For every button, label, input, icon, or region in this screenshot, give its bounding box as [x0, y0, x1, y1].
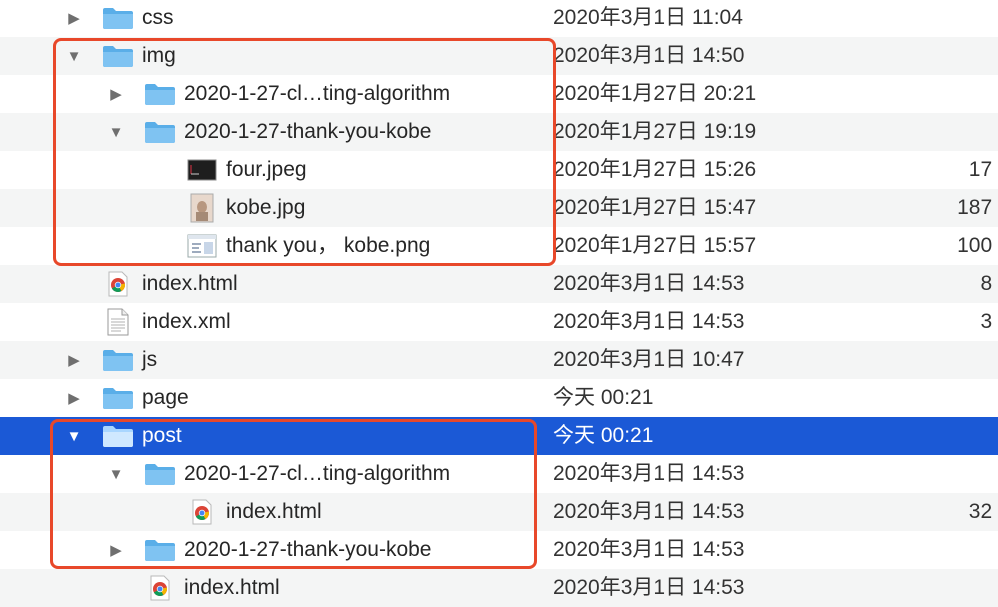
disclosure-expanded-icon[interactable]: ▼: [104, 455, 128, 493]
disclosure-collapsed-icon[interactable]: ▶: [104, 531, 128, 569]
item-date-modified: 2020年3月1日 14:53: [553, 310, 745, 333]
item-size: 3 K: [980, 310, 998, 333]
item-date-modified: 2020年3月1日 14:53: [553, 462, 745, 485]
disclosure-expanded-icon[interactable]: ▼: [62, 417, 86, 455]
png-thumbnail-icon: [185, 227, 219, 265]
folder-icon: [101, 341, 135, 379]
item-size: 17 K: [968, 158, 998, 181]
folder-icon: [143, 531, 177, 569]
item-date-modified: 2020年3月1日 14:50: [553, 44, 745, 67]
folder-row[interactable]: ▶ page 今天 00:21: [0, 379, 998, 417]
item-name: four.jpeg: [226, 158, 307, 181]
folder-row[interactable]: ▼ post 今天 00:21: [0, 417, 998, 455]
item-date-modified: 今天 00:21: [553, 386, 654, 409]
item-date-modified: 2020年1月27日 19:19: [553, 120, 757, 143]
item-date-modified: 2020年3月1日 14:53: [553, 538, 745, 561]
item-name: index.html: [142, 272, 238, 295]
item-size: 8 K: [980, 272, 998, 295]
item-date-modified: 2020年3月1日 14:53: [553, 576, 745, 599]
item-date-modified: 2020年1月27日 20:21: [553, 82, 757, 105]
file-row[interactable]: index.html 2020年3月1日 14:53 32 K: [0, 493, 998, 531]
item-date-modified: 2020年1月27日 15:47: [553, 196, 757, 219]
disclosure-collapsed-icon[interactable]: ▶: [62, 379, 86, 417]
folder-icon: [101, 417, 135, 455]
item-name: post: [142, 424, 182, 447]
folder-icon: [101, 379, 135, 417]
file-row[interactable]: kobe.jpg 2020年1月27日 15:47 187 K: [0, 189, 998, 227]
item-date-modified: 2020年3月1日 11:04: [553, 6, 743, 29]
item-name: 2020-1-27-cl…ting-algorithm: [184, 462, 451, 485]
folder-icon: [143, 455, 177, 493]
chrome-html-icon: [101, 265, 135, 303]
folder-icon: [143, 113, 177, 151]
item-name: index.html: [226, 500, 322, 523]
folder-row[interactable]: ▶ js 2020年3月1日 10:47: [0, 341, 998, 379]
chrome-html-icon: [185, 493, 219, 531]
item-date-modified: 2020年3月1日 14:53: [553, 272, 745, 295]
item-size: 100 K: [957, 234, 998, 257]
folder-icon: [143, 75, 177, 113]
folder-row[interactable]: ▼ 2020-1-27-cl…ting-algorithm 2020年3月1日 14…: [0, 455, 998, 493]
item-name: kobe.jpg: [226, 196, 306, 219]
file-row[interactable]: index.html 2020年3月1日 14:53 8 K: [0, 265, 998, 303]
item-name: thank you， kobe.png: [226, 234, 431, 257]
disclosure-collapsed-icon[interactable]: ▶: [104, 75, 128, 113]
item-size: 187 K: [957, 196, 998, 219]
item-name: page: [142, 386, 189, 409]
photo-thumbnail-icon: [185, 189, 219, 227]
item-name: index.html: [184, 576, 280, 599]
item-size: 32 K: [968, 500, 998, 523]
item-name: js: [142, 348, 158, 371]
item-date-modified: 2020年1月27日 15:26: [553, 158, 757, 181]
folder-row[interactable]: ▼ 2020-1-27-thank-you-kobe 2020年1月27日 19:1…: [0, 113, 998, 151]
folder-row[interactable]: ▼ img 2020年3月1日 14:50: [0, 37, 998, 75]
disclosure-expanded-icon[interactable]: ▼: [104, 113, 128, 151]
item-date-modified: 今天 00:21: [553, 424, 654, 447]
item-date-modified: 2020年3月1日 14:53: [553, 500, 745, 523]
disclosure-expanded-icon[interactable]: ▼: [62, 37, 86, 75]
item-date-modified: 2020年3月1日 10:47: [553, 348, 745, 371]
file-row[interactable]: index.xml 2020年3月1日 14:53 3 K: [0, 303, 998, 341]
folder-row[interactable]: ▶ 2020-1-27-thank-you-kobe 2020年3月1日 14:53: [0, 531, 998, 569]
item-name: css: [142, 6, 174, 29]
disclosure-collapsed-icon[interactable]: ▶: [62, 0, 86, 37]
item-name: index.xml: [142, 310, 231, 333]
folder-row[interactable]: ▶ css 2020年3月1日 11:04: [0, 0, 998, 37]
document-icon: [101, 303, 135, 341]
folder-icon: [101, 37, 135, 75]
folder-icon: [101, 0, 135, 37]
item-date-modified: 2020年1月27日 15:57: [553, 234, 757, 257]
disclosure-collapsed-icon[interactable]: ▶: [62, 341, 86, 379]
item-name: 2020-1-27-cl…ting-algorithm: [184, 82, 451, 105]
image-thumbnail-icon: [185, 151, 219, 189]
file-row[interactable]: thank you， kobe.png 2020年1月27日 15:57 100 K: [0, 227, 998, 265]
file-row[interactable]: index.html 2020年3月1日 14:53: [0, 569, 998, 607]
item-name: 2020-1-27-thank-you-kobe: [184, 538, 432, 561]
item-name: 2020-1-27-thank-you-kobe: [184, 120, 432, 143]
chrome-html-icon: [143, 569, 177, 607]
item-name: img: [142, 44, 176, 67]
file-row[interactable]: four.jpeg 2020年1月27日 15:26 17 K: [0, 151, 998, 189]
folder-row[interactable]: ▶ 2020-1-27-cl…ting-algorithm 2020年1月27日 2…: [0, 75, 998, 113]
